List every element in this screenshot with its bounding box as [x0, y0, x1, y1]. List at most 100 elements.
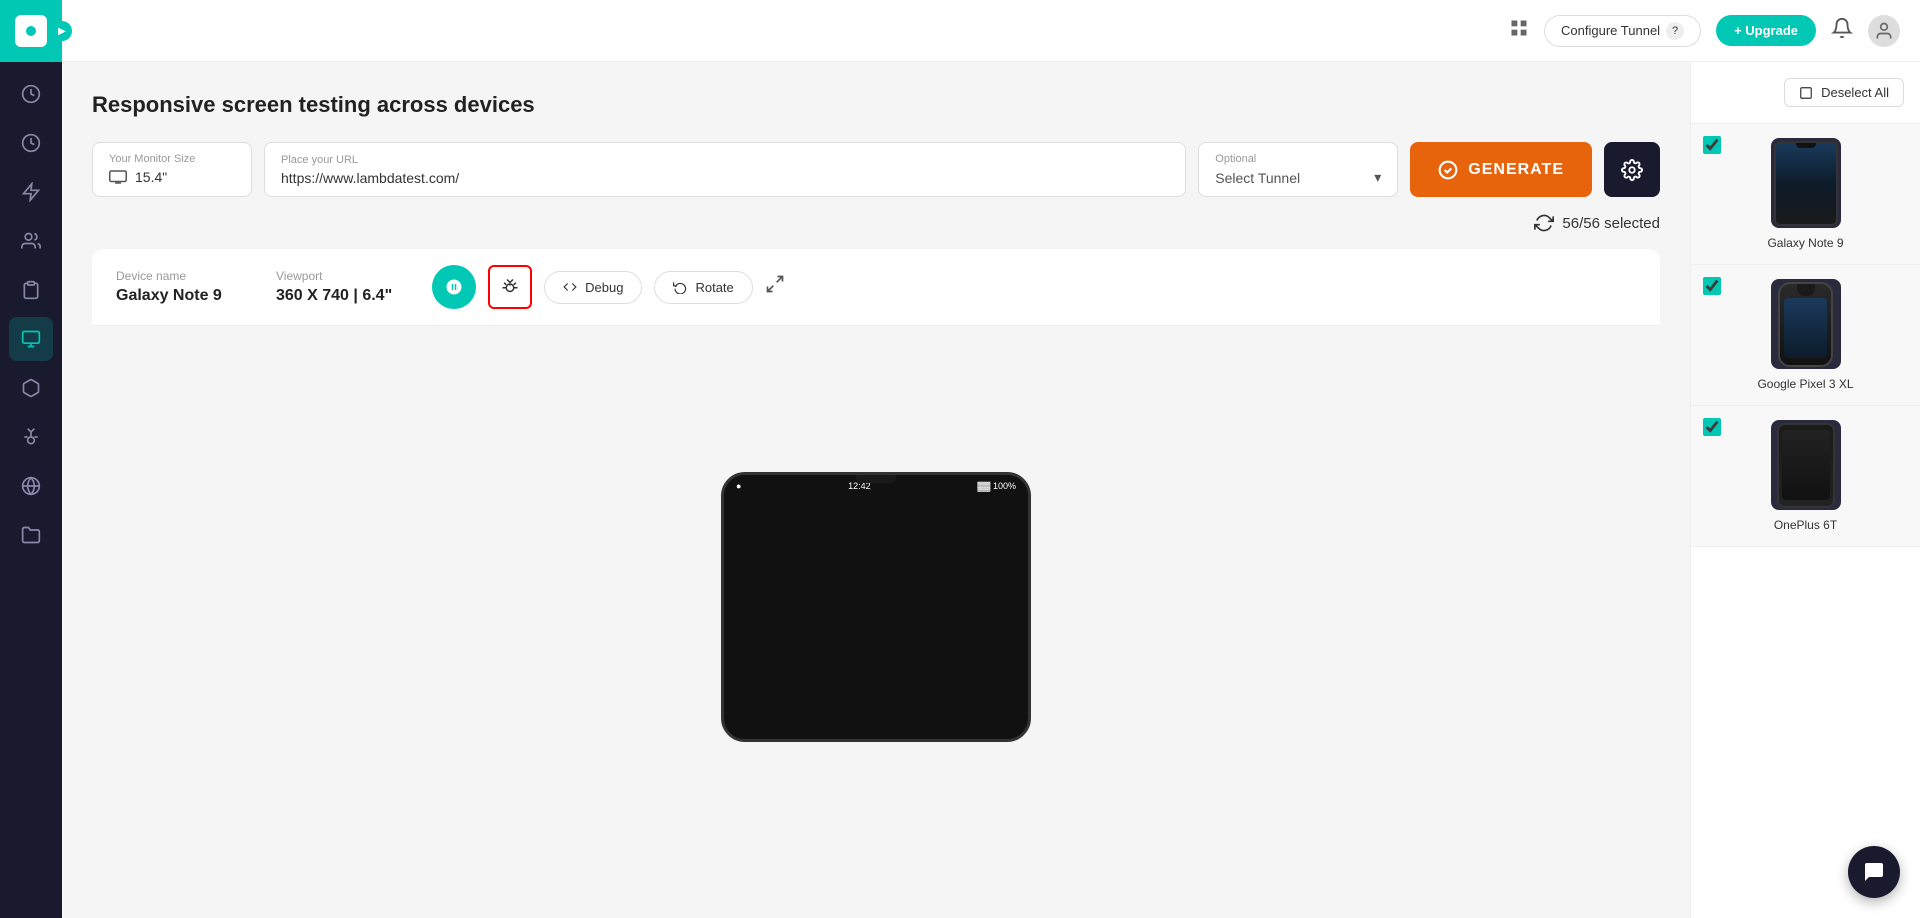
device-list-item-3: OnePlus 6T — [1691, 406, 1920, 547]
device-name-label: Device name — [116, 269, 256, 283]
history-icon — [21, 133, 41, 153]
box-icon — [21, 378, 41, 398]
device-actions: Debug Rotate — [432, 265, 785, 309]
clipboard-icon — [21, 280, 41, 300]
chat-button[interactable] — [1848, 846, 1900, 898]
configure-tunnel-label: Configure Tunnel — [1561, 23, 1660, 38]
deselect-icon — [1799, 86, 1813, 100]
device-name-value: Galaxy Note 9 — [116, 287, 256, 305]
sidebar-item-issues[interactable] — [9, 415, 53, 459]
phone-battery: ▓▓ 100% — [977, 481, 1016, 491]
sidebar-item-clipboard[interactable] — [9, 268, 53, 312]
device-checkbox-pixel-3xl[interactable] — [1703, 277, 1721, 295]
debug-button[interactable]: Debug — [544, 271, 642, 304]
chat-icon — [1862, 860, 1886, 884]
left-panel: Responsive screen testing across devices… — [62, 62, 1690, 918]
phone-mockup: ● 12:42 ▓▓ 100% — [721, 472, 1031, 742]
device-list-name-1: Galaxy Note 9 — [1767, 236, 1843, 250]
logo[interactable]: ▶ — [0, 0, 62, 62]
selected-count-text: 56/56 selected — [1562, 215, 1660, 232]
device-thumb-pixel-3xl — [1771, 279, 1841, 369]
monitor-size-box: Your Monitor Size 15.4" — [92, 142, 252, 197]
bug-report-button[interactable] — [488, 265, 532, 309]
topbar: Configure Tunnel ? + Upgrade — [62, 0, 1920, 62]
content-area: Responsive screen testing across devices… — [62, 62, 1920, 918]
device-list-name-2: Google Pixel 3 XL — [1757, 377, 1853, 391]
phone-container: ● 12:42 ▓▓ 100% — [721, 472, 1031, 742]
refresh-icon — [1534, 213, 1554, 233]
expand-button[interactable] — [765, 274, 785, 300]
screenshot-icon — [21, 329, 41, 349]
sidebar-item-visual[interactable] — [9, 366, 53, 410]
globe-icon — [21, 476, 41, 496]
expand-icon — [765, 274, 785, 294]
pixel-screen — [1784, 298, 1827, 358]
deselect-all-button[interactable]: Deselect All — [1784, 78, 1904, 107]
debug-icon — [563, 280, 577, 294]
sidebar: ▶ — [0, 0, 62, 918]
tunnel-value: Select Tunnel ▾ — [1215, 169, 1381, 186]
notifications-icon[interactable] — [1831, 17, 1853, 45]
deselect-all-label: Deselect All — [1821, 85, 1889, 100]
device-list-name-3: OnePlus 6T — [1774, 518, 1837, 532]
logo-mark — [15, 15, 47, 47]
launch-button[interactable] — [432, 265, 476, 309]
device-preview: ● 12:42 ▓▓ 100% — [92, 326, 1660, 888]
main-container: Configure Tunnel ? + Upgrade Responsive … — [62, 0, 1920, 918]
device-checkbox-galaxy-note-9[interactable] — [1703, 136, 1721, 154]
sidebar-toggle[interactable]: ▶ — [52, 21, 72, 41]
oneplus-screen — [1782, 430, 1830, 500]
url-label: Place your URL — [281, 154, 1169, 166]
users-icon — [21, 231, 41, 251]
sidebar-item-analytics[interactable] — [9, 72, 53, 116]
device-thumb-galaxy-note-9 — [1771, 138, 1841, 228]
tunnel-placeholder: Select Tunnel — [1215, 170, 1300, 186]
url-value: https://www.lambdatest.com/ — [281, 170, 1169, 186]
device-card: Device name Galaxy Note 9 Viewport 360 X… — [92, 249, 1660, 888]
selected-count-row: 56/56 selected — [92, 213, 1660, 233]
debug-label: Debug — [585, 280, 623, 295]
phone-camera — [856, 475, 896, 483]
phone-top-bar — [1796, 143, 1816, 148]
monitor-icon — [109, 170, 127, 184]
viewport-info: Viewport 360 X 740 | 6.4" — [276, 269, 392, 305]
rotate-button[interactable]: Rotate — [654, 271, 752, 304]
pixel-notch — [1797, 284, 1815, 296]
sidebar-item-files[interactable] — [9, 513, 53, 557]
user-avatar[interactable] — [1868, 15, 1900, 47]
device-checkbox-oneplus-6t[interactable] — [1703, 418, 1721, 436]
settings-icon — [1621, 159, 1643, 181]
logo-dot — [26, 26, 36, 36]
device-list-item-2: Google Pixel 3 XL — [1691, 265, 1920, 406]
rotate-label: Rotate — [695, 280, 733, 295]
generate-icon — [1438, 160, 1458, 180]
phone-carrier: ● — [736, 481, 741, 491]
viewport-label: Viewport — [276, 269, 392, 283]
device-card-header: Device name Galaxy Note 9 Viewport 360 X… — [92, 249, 1660, 326]
rocket-icon — [445, 278, 463, 296]
page-title: Responsive screen testing across devices — [92, 92, 1660, 118]
sidebar-item-live[interactable] — [9, 170, 53, 214]
upgrade-button[interactable]: + Upgrade — [1716, 15, 1816, 46]
sidebar-item-network[interactable] — [9, 464, 53, 508]
tunnel-label: Optional — [1215, 153, 1381, 165]
url-input-box[interactable]: Place your URL https://www.lambdatest.co… — [264, 142, 1186, 197]
monitor-size-value: 15.4" — [109, 169, 235, 185]
device-list-item: Galaxy Note 9 — [1691, 124, 1920, 265]
device-image-3 — [1777, 423, 1835, 508]
monitor-size-label: Your Monitor Size — [109, 153, 235, 165]
sidebar-item-users[interactable] — [9, 219, 53, 263]
sidebar-item-screenshot[interactable] — [9, 317, 53, 361]
sidebar-nav — [0, 62, 62, 557]
device-image — [1774, 141, 1838, 226]
right-panel-header: Deselect All — [1691, 62, 1920, 124]
sidebar-item-history[interactable] — [9, 121, 53, 165]
controls-bar: Your Monitor Size 15.4" Place your URL h… — [92, 142, 1660, 197]
configure-tunnel-button[interactable]: Configure Tunnel ? — [1544, 15, 1701, 47]
settings-button[interactable] — [1604, 142, 1660, 197]
tunnel-select-box[interactable]: Optional Select Tunnel ▾ — [1198, 142, 1398, 197]
tunnel-dropdown-icon: ▾ — [1374, 169, 1381, 186]
monitor-size-number: 15.4" — [135, 169, 167, 185]
generate-button[interactable]: GENERATE — [1410, 142, 1592, 197]
bug-btn-icon — [501, 278, 519, 296]
